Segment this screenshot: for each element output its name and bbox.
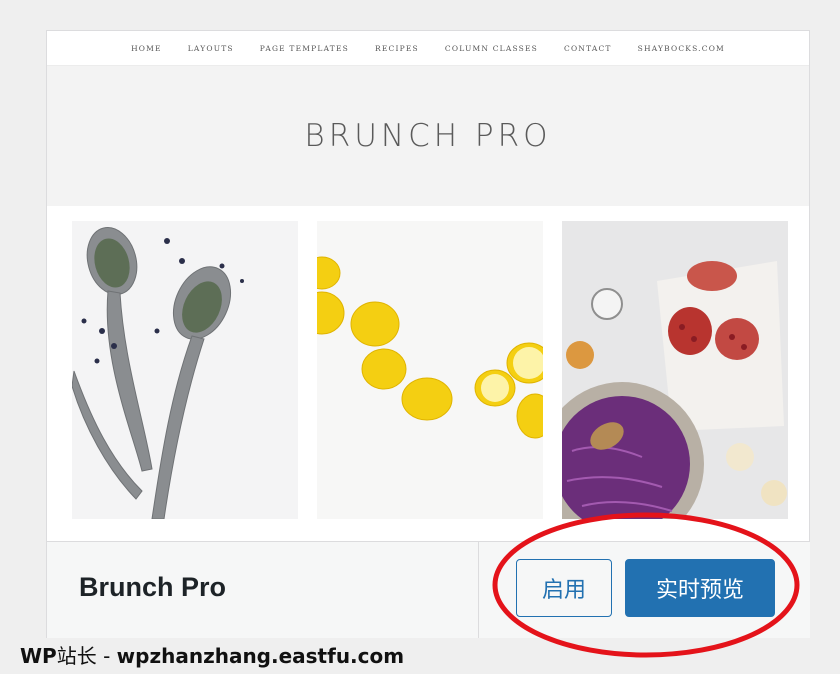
watermark-brand: WP	[20, 644, 57, 668]
preview-nav-item: SHAYBOCKS.COM	[637, 43, 725, 53]
preview-nav-item: RECIPES	[375, 43, 419, 53]
theme-actions: 启用 实时预览	[478, 542, 810, 638]
preview-nav-item: CONTACT	[564, 43, 612, 53]
spoons-photo	[72, 221, 298, 519]
live-preview-button[interactable]: 实时预览	[625, 559, 775, 617]
watermark-separator: -	[96, 644, 117, 668]
watermark-cn: 站长	[56, 644, 97, 668]
preview-site-title: BRUNCH PRO	[304, 118, 552, 154]
preview-nav-item: HOME	[131, 43, 162, 53]
preview-nav: HOME LAYOUTS PAGE TEMPLATES RECIPES COLU…	[47, 31, 809, 66]
watermark: WP站长 - wpzhanzhang.eastfu.com	[20, 640, 404, 669]
preview-nav-item: LAYOUTS	[187, 43, 234, 53]
preview-hero: BRUNCH PRO	[47, 66, 809, 206]
theme-footer: Brunch Pro 启用 实时预览	[47, 541, 810, 638]
activate-button[interactable]: 启用	[516, 559, 612, 617]
watermark-url: wpzhanzhang.eastfu.com	[116, 644, 405, 668]
pomegranate-photo	[562, 221, 788, 519]
theme-card[interactable]: HOME LAYOUTS PAGE TEMPLATES RECIPES COLU…	[46, 30, 810, 638]
preview-nav-item: COLUMN CLASSES	[444, 43, 539, 53]
preview-nav-item: PAGE TEMPLATES	[259, 43, 350, 53]
theme-screenshot[interactable]: HOME LAYOUTS PAGE TEMPLATES RECIPES COLU…	[47, 31, 809, 541]
lemons-photo	[317, 221, 543, 519]
theme-name: Brunch Pro	[79, 572, 227, 602]
